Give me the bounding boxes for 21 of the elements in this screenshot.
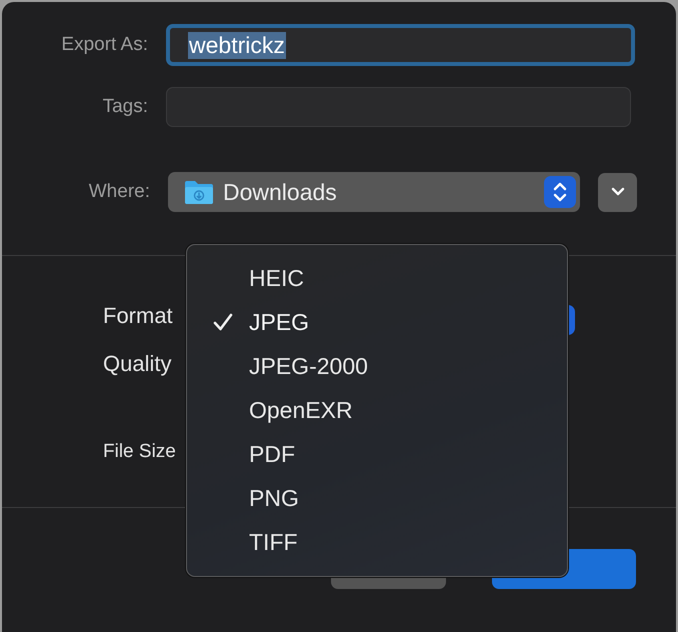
field-label: Where: [88, 181, 150, 203]
location-value: Downloads [223, 178, 338, 206]
menu-item[interactable]: JPEG [249, 308, 310, 336]
filename-field[interactable]: webtrickz [166, 24, 635, 66]
menu-item[interactable]: JPEG-2000 [249, 352, 368, 380]
menu-item[interactable]: PDF [249, 440, 295, 468]
option-label: Quality [103, 351, 172, 377]
menu-item[interactable]: PNG [249, 484, 299, 512]
menu-item[interactable]: TIFF [249, 528, 298, 556]
option-label: Format [103, 303, 173, 329]
menu-item[interactable]: OpenEXR [249, 396, 353, 424]
location-popup[interactable]: Downloads [168, 172, 580, 212]
chevron-down-icon [610, 187, 624, 197]
field-label: Tags: [102, 96, 148, 118]
expand-button[interactable] [598, 172, 637, 212]
field-label: Export As: [61, 34, 148, 56]
selected-text: webtrickz [188, 32, 286, 58]
menu-item[interactable]: HEIC [249, 264, 304, 292]
folder-icon [184, 179, 214, 205]
stepper-icon [552, 180, 568, 204]
option-label: File Size [103, 441, 176, 463]
